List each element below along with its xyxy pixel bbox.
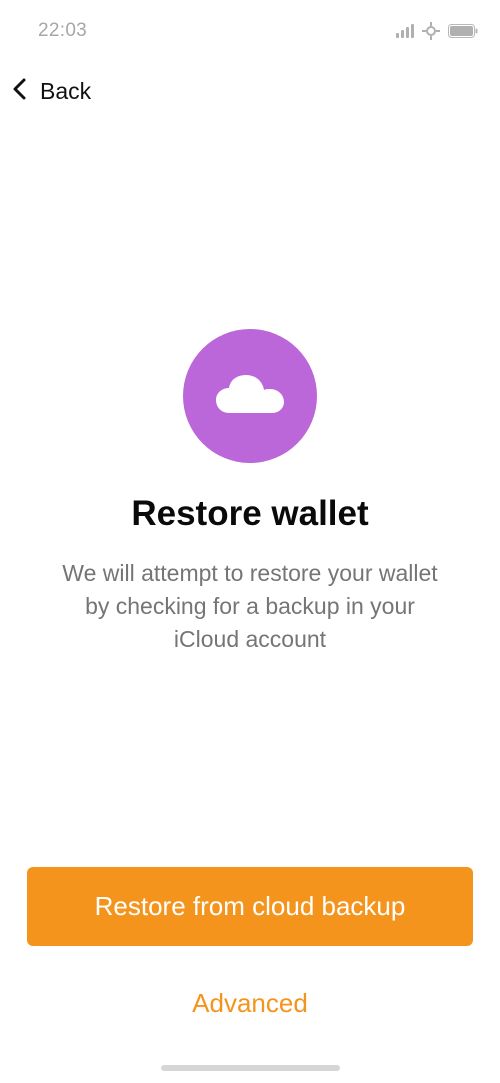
home-indicator (161, 1065, 340, 1071)
restore-wallet-screen: 22:03 Back Restore wallet We will attemp… (0, 0, 500, 1083)
page-title: Restore wallet (131, 494, 369, 533)
chevron-left-icon (10, 77, 30, 106)
status-bar: 22:03 (0, 0, 500, 60)
page-description: We will attempt to restore your wallet b… (62, 560, 438, 652)
cloud-badge (183, 329, 317, 463)
wifi-icon (422, 22, 440, 40)
status-time: 22:03 (38, 20, 88, 41)
advanced-link[interactable]: Advanced (0, 988, 500, 1019)
battery-icon (448, 24, 478, 38)
cloud-icon (214, 373, 286, 420)
restore-from-cloud-button[interactable]: Restore from cloud backup (27, 867, 473, 946)
back-label: Back (40, 77, 92, 104)
back-button[interactable]: Back (10, 70, 91, 112)
signal-icon (396, 24, 414, 38)
status-icons (396, 22, 478, 40)
